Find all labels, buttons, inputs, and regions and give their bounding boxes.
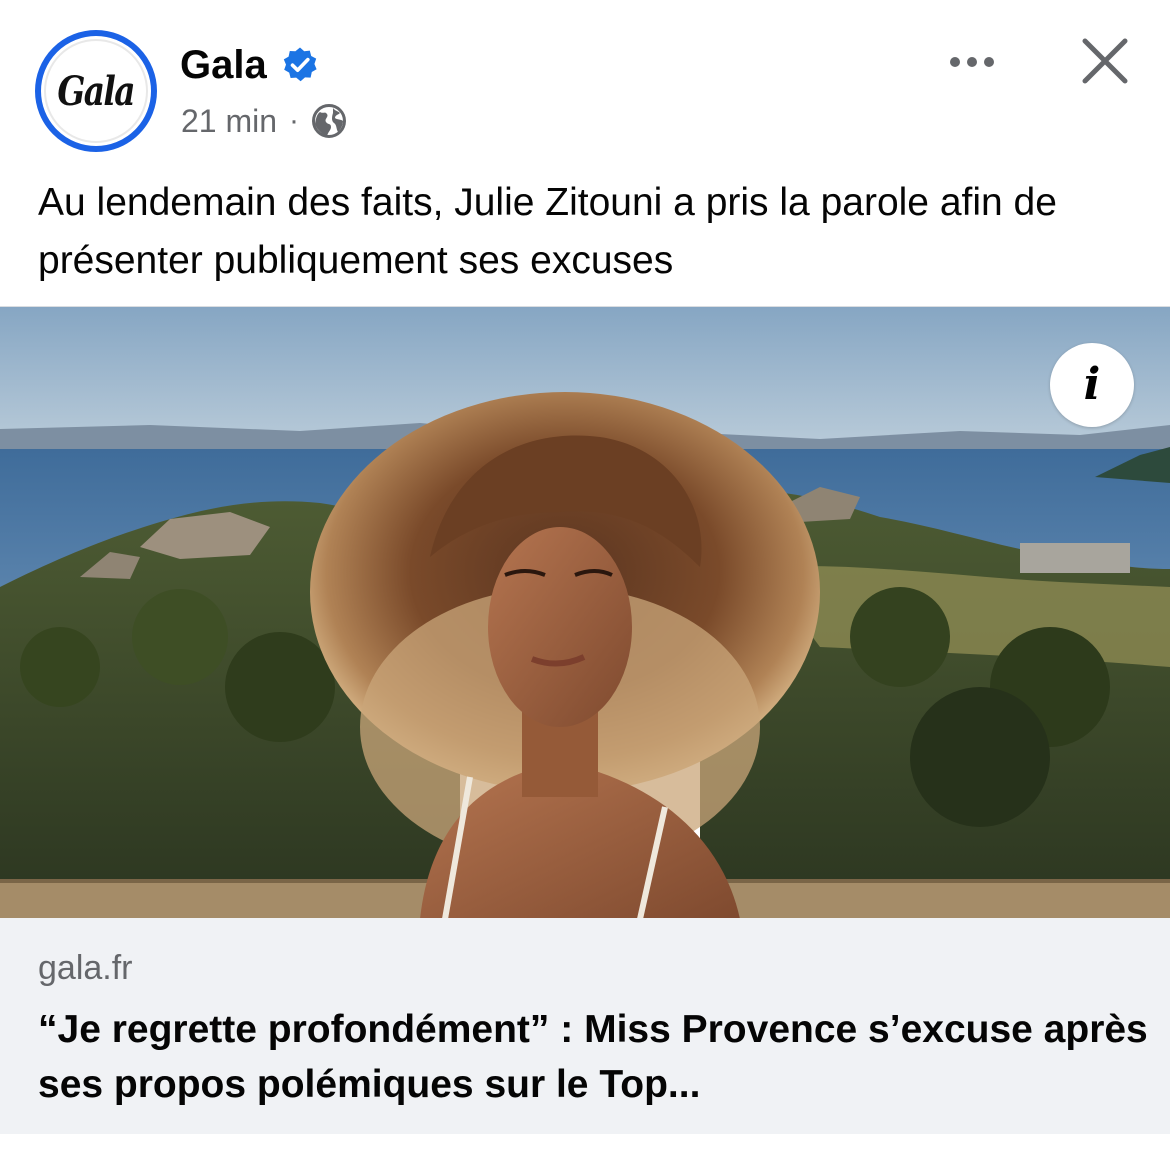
meta-separator: · <box>289 104 300 137</box>
image-info-button[interactable]: i <box>1050 343 1134 427</box>
info-icon: i <box>1083 359 1101 410</box>
post-photo-illustration <box>0 307 1170 919</box>
post-timestamp[interactable]: 21 min <box>181 100 277 142</box>
hide-post-button[interactable] <box>1076 32 1134 90</box>
page-name-row: Gala <box>180 40 319 90</box>
link-domain: gala.fr <box>38 949 133 987</box>
verified-badge-icon <box>281 46 319 84</box>
link-headline: “Je regrette profondément” : Miss Proven… <box>38 1008 1148 1106</box>
link-preview[interactable]: gala.fr “Je regrette profondément” : Mis… <box>0 918 1170 1134</box>
more-horizontal-icon <box>950 57 994 67</box>
post-caption: Au lendemain des faits, Julie Zitouni a … <box>38 181 1057 282</box>
feed-post: Gala Gala 21 min · Au lendemain des fait… <box>0 0 1170 1155</box>
avatar-logo: Gala <box>44 39 148 143</box>
page-name[interactable]: Gala <box>180 40 267 90</box>
globe-icon[interactable] <box>311 103 347 139</box>
post-image[interactable] <box>0 306 1170 919</box>
post-meta: 21 min · <box>181 100 347 142</box>
close-icon <box>1082 38 1128 84</box>
page-avatar[interactable]: Gala <box>35 30 157 152</box>
avatar-logo-text: Gala <box>57 67 136 115</box>
more-options-button[interactable] <box>940 40 1004 84</box>
